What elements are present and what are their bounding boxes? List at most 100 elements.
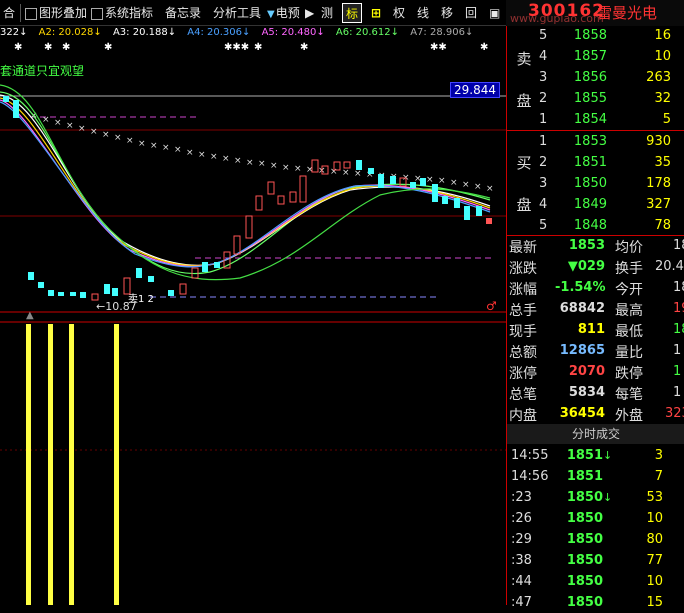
toolbar-item-line[interactable]: 线 [414, 3, 432, 23]
quote-row-limit: 涨停 2070 跌停 1 [509, 364, 682, 382]
bid-row-1[interactable]: 1 1853 930 [507, 132, 684, 152]
indicator-icon [91, 7, 103, 20]
stock-name: 雷曼光电 [597, 4, 658, 22]
toolbar-item-move[interactable]: 移 [438, 3, 456, 23]
dropdown-icon: ▼ [267, 9, 275, 20]
signal-star: ✱ [14, 42, 22, 53]
bid-row-3[interactable]: 3 1850 178 [507, 174, 684, 194]
svg-text:×: × [114, 133, 122, 143]
low-price-label: ←10.87 [96, 300, 137, 313]
ma-value-6: A6: 20.612↓ [335, 27, 400, 38]
ma-value-1: 322↓ [0, 27, 28, 38]
signal-star: ✱ [254, 42, 262, 53]
toolbar-item-overlay[interactable]: 图形叠加 [22, 3, 90, 23]
trade-row[interactable]: 14:55 1851 ↓ 3 [507, 446, 684, 466]
candles [3, 96, 492, 301]
toolbar-item-memo[interactable]: 备忘录 [162, 3, 204, 23]
quote-row-change-pct: 涨幅 -1.54% 今开 18 [509, 280, 684, 298]
ask-row-2[interactable]: 2 1855 32 [507, 89, 684, 109]
trade-row[interactable]: :26 1850 10 [507, 509, 684, 529]
trade-row[interactable]: :44 1850 10 [507, 572, 684, 592]
ask-row-1[interactable]: 1 1854 5 [507, 110, 684, 130]
ma-value-7: A7: 28.906↓ [410, 27, 474, 38]
quote-row-current: 现手 811 最低 18 [509, 322, 684, 340]
svg-text:×: × [474, 182, 482, 192]
timeshare-tab[interactable]: 分时成交 [507, 424, 684, 444]
ask-row-5[interactable]: 5 1858 16 [507, 26, 684, 46]
signal-star: ✱ [480, 42, 488, 53]
svg-text:×: × [78, 124, 86, 134]
toolbar-item-combine[interactable]: 合 [0, 3, 18, 23]
bid-row-5[interactable]: 5 1848 78 [507, 216, 684, 236]
moving-average-legend: 322↓ A2: 20.028↓ A3: 20.188↓ A4: 20.306↓… [0, 26, 506, 40]
svg-text:×: × [210, 152, 218, 162]
ma-value-2: A2: 20.028↓ [38, 27, 102, 38]
trade-row[interactable]: :29 1850 80 [507, 530, 684, 550]
trade-row[interactable]: :23 1850 ↓ 53 [507, 488, 684, 508]
ask-row-3[interactable]: 3 1856 263 [507, 68, 684, 88]
svg-text:×: × [258, 159, 266, 169]
candlestick-chart[interactable]: ✱ ✱ ✱ ✱ ✱✱✱ ✱ ✱ ✱✱ ✱ × × × × × × × × × × × × × × ×… [0, 40, 506, 605]
trade-row[interactable]: 14:56 1851 7 [507, 467, 684, 487]
svg-text:×: × [54, 118, 62, 128]
channel-notice: 套通道只宜观望 [0, 64, 85, 78]
pane-marker-icon: ▲ [26, 310, 34, 321]
toolbar-item-indicators[interactable]: 系统指标 [88, 3, 156, 23]
toolbar-window-button[interactable]: ▣ [486, 3, 503, 23]
quote-row-trades: 总笔 5834 每笔 1 [509, 385, 682, 403]
volume-bar [26, 324, 31, 605]
ask-row-4[interactable]: 4 1857 10 [507, 47, 684, 67]
quote-row-amount: 总额 12865 量比 1 [509, 343, 682, 361]
svg-text:×: × [294, 164, 302, 174]
svg-text:×: × [462, 180, 470, 190]
play-icon: ▶ [305, 6, 315, 20]
volume-bar [69, 324, 74, 605]
signal-star: ✱ [300, 42, 308, 53]
toolbar-item-test[interactable]: 测 [318, 3, 336, 23]
toolbar-item-analysis-tools[interactable]: 分析工具 [210, 3, 264, 23]
svg-text:×: × [42, 115, 50, 125]
svg-text:×: × [198, 150, 206, 160]
svg-text:×: × [90, 127, 98, 137]
stock-code: 300162 [528, 1, 605, 21]
quote-panel: 卖 盘 5 1858 16 4 1857 10 3 1856 263 2 185… [506, 26, 684, 610]
quote-row-change: 涨跌 ▼029 换手 20.4 [509, 259, 684, 277]
signal-star: ✱ [44, 42, 52, 53]
toolbar-item-rights[interactable]: 权 [390, 3, 408, 23]
ma-value-4: A4: 20.306↓ [187, 27, 251, 38]
svg-text:×: × [66, 121, 74, 131]
svg-text:×: × [246, 158, 254, 168]
overlay-icon [25, 7, 37, 20]
toolbar-add-button[interactable]: ⊞ [368, 3, 384, 23]
svg-text:×: × [342, 168, 350, 178]
bid-row-2[interactable]: 2 1851 35 [507, 153, 684, 173]
ma-value-3: A3: 20.188↓ [112, 27, 177, 38]
toolbar-divider [20, 4, 21, 22]
down-arrow-icon: ↓ [603, 491, 613, 504]
trade-row[interactable]: :47 1850 15 [507, 593, 684, 613]
toolbar-play-button[interactable]: ▶ [302, 3, 317, 23]
svg-text:×: × [426, 175, 434, 185]
flag-icon: ♂ [486, 299, 497, 313]
high-price-tag: 29.844 [450, 82, 500, 98]
down-arrow-icon: ↓ [603, 449, 613, 462]
svg-text:×: × [150, 141, 158, 151]
ma-value-5: A5: 20.480↓ [261, 27, 325, 38]
toolbar-item-forecast[interactable]: ▼电预 [264, 3, 303, 23]
svg-text:×: × [186, 148, 194, 158]
toolbar-item-mark[interactable]: 标 [342, 3, 363, 23]
svg-text:×: × [126, 136, 134, 146]
svg-text:×: × [354, 169, 362, 179]
volume-bar [48, 324, 53, 605]
bid-row-4[interactable]: 4 1849 327 [507, 195, 684, 215]
svg-text:×: × [270, 161, 278, 171]
signal-star: ✱✱ [430, 42, 447, 53]
signal-star: ✱ [62, 42, 70, 53]
plus-icon: ⊞ [371, 6, 382, 20]
trade-row[interactable]: :38 1850 77 [507, 551, 684, 571]
signal-star: ✱✱✱ [224, 42, 249, 53]
window-icon: ▣ [489, 6, 501, 20]
svg-text:×: × [438, 176, 446, 186]
toolbar-item-back[interactable]: 回 [462, 3, 480, 23]
divider [507, 130, 684, 131]
